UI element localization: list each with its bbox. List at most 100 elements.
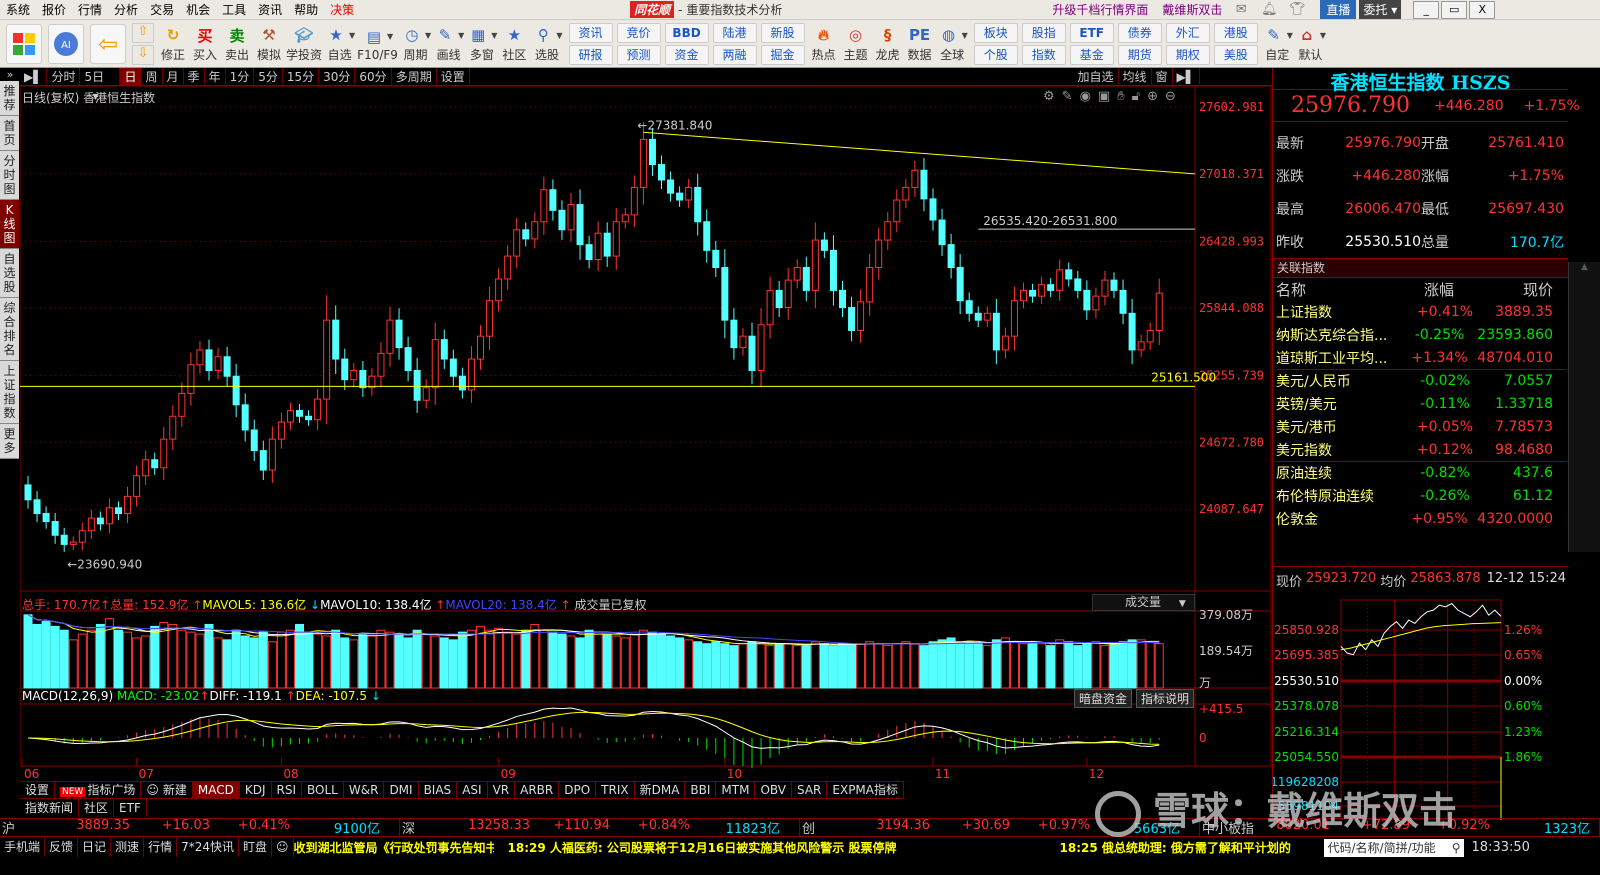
tool-4[interactable]: PE 数据 [905, 21, 935, 67]
tool-5[interactable]: ◍ ▼ 全球 [937, 21, 968, 67]
quick-button[interactable]: 掘金 [760, 44, 805, 65]
indicator-tab[interactable]: KDJ [240, 781, 272, 799]
chevron-down-icon[interactable]: ▼ [962, 31, 968, 40]
related-row[interactable]: 美元指数 +0.12% 98.4680 [1276, 438, 1565, 461]
chevron-down-icon[interactable]: ▼ [1320, 31, 1326, 40]
menu-decision[interactable]: 决策 [324, 1, 360, 18]
news-ticker-3[interactable]: 18:25 俄总统助理: 俄方需了解和平计划的 [1060, 839, 1324, 856]
menu-item[interactable]: 资讯 [252, 1, 288, 18]
indicator-help-button[interactable]: 指标说明 [1136, 689, 1195, 708]
quick-button[interactable]: 板块 [973, 22, 1018, 43]
quick-button[interactable]: BBD [664, 22, 709, 43]
index-item[interactable]: 沪 3889.35 +16.03 +0.41% 9100亿 [0, 818, 400, 837]
related-row[interactable]: 英镑/美元 -0.11% 1.33718 [1276, 392, 1565, 415]
quick-button[interactable]: 资金 [664, 44, 709, 65]
tool-2[interactable]: 买买入 [190, 21, 220, 67]
indicator-tab[interactable]: NEW 指标广场 [55, 781, 142, 799]
sidebar-item[interactable]: 更多 [0, 424, 19, 459]
kline-chart[interactable]: 27602.98127018.37126428.99325844.0882525… [20, 86, 1272, 786]
period-tab[interactable]: 周 [142, 67, 163, 86]
quick-button[interactable]: 指数 [1021, 44, 1066, 65]
quick-button[interactable]: 竞价 [616, 22, 661, 43]
indicator-tab[interactable]: MACD [192, 781, 240, 799]
tool-5[interactable]: 🎓︎ 学投资 [286, 21, 322, 67]
indicator-tab[interactable]: W&R [344, 781, 385, 799]
news-ticker-2[interactable]: 18:29 人福医药: 公司股票将于12月16日被实施其他风险警示 股票停牌 [508, 839, 1048, 856]
quick-button[interactable]: ETF [1069, 22, 1114, 43]
quick-button[interactable]: 港股 [1213, 22, 1258, 43]
index-item[interactable]: 深 13258.33 +110.94 +0.84% 11823亿 [400, 818, 800, 837]
period-right-button[interactable]: 均线 [1119, 67, 1152, 86]
related-row[interactable]: 道琼斯工业平均... +1.34% 48704.010 [1276, 346, 1565, 369]
sidebar-item[interactable]: 自选股 [0, 249, 19, 298]
tool-3[interactable]: 卖卖出 [222, 21, 252, 67]
menu-item[interactable]: 交易 [144, 1, 180, 18]
indicator-tab[interactable]: 新DMA [635, 781, 686, 799]
upgrade-link[interactable]: 升级千档行情界面 [1052, 1, 1148, 18]
tool-1[interactable]: ↻ 修正 [158, 21, 188, 67]
tool-8[interactable]: ◷ ▼ 周期 [400, 21, 432, 67]
quick-button[interactable]: 债券 [1117, 22, 1162, 43]
tool-12[interactable]: ⚲ ▼ 选股 [531, 21, 563, 67]
sub-tab[interactable]: 指数新闻 [20, 799, 80, 817]
collapse-icon[interactable]: ▶▌ [1173, 67, 1200, 86]
tool-9[interactable]: ✎ ▼ 画线 [433, 21, 465, 67]
indicator-tab[interactable]: EXPMA指标 [827, 781, 904, 799]
related-row[interactable]: 上证指数 +0.41% 3889.35 [1276, 300, 1565, 323]
sub-tab[interactable]: ETF [114, 799, 147, 817]
tool-1[interactable]: 🔥︎ 热点 [809, 21, 839, 67]
tool-1[interactable]: ✎ ▼ 自定 [1262, 21, 1293, 67]
sub-tab[interactable]: 社区 [79, 799, 115, 817]
indicator-tab[interactable]: VR [488, 781, 516, 799]
period-tab[interactable]: 年 [205, 67, 226, 86]
period-tab[interactable]: 15分 [283, 67, 320, 86]
tool-6[interactable]: ★ ▼ 自选 [324, 21, 356, 67]
quick-button[interactable]: 期权 [1165, 44, 1210, 65]
scrollbar[interactable]: ▲ [1568, 262, 1600, 552]
related-row[interactable]: 美元/人民币 -0.02% 7.0557 [1276, 369, 1565, 392]
dark-pool-button[interactable]: 暗盘资金 [1074, 689, 1133, 708]
related-row[interactable]: 纳斯达克综合指... -0.25% 23593.860 [1276, 323, 1565, 346]
menu-item[interactable]: 报价 [36, 1, 72, 18]
menu-item[interactable]: 分析 [108, 1, 144, 18]
status-button[interactable]: 反馈 [45, 838, 79, 857]
search-input[interactable]: 代码/名称/简拼/功能 ⚲ [1323, 838, 1464, 857]
user-link[interactable]: 戴维斯双击 [1162, 1, 1222, 18]
status-button[interactable]: 日记 [78, 838, 112, 857]
quick-button[interactable]: 外汇 [1165, 22, 1210, 43]
back-arrow-icon[interactable]: ⇦ [90, 23, 126, 64]
expand-icon[interactable]: » [0, 68, 20, 81]
sidebar-item[interactable]: 上证指数 [0, 361, 19, 424]
up-arrow-icon[interactable]: ⇧ [132, 22, 154, 43]
sidebar-item[interactable]: 分时图 [0, 151, 19, 200]
quick-button[interactable]: 股指 [1021, 22, 1066, 43]
quick-button[interactable]: 预测 [616, 44, 661, 65]
layout-grid-icon[interactable] [6, 23, 42, 64]
indicator-tab[interactable]: 设置 [20, 781, 56, 799]
status-button[interactable]: 盯盘 [239, 838, 272, 857]
close-button[interactable]: X [1469, 0, 1496, 19]
minimize-button[interactable]: _ [1413, 0, 1440, 19]
period-right-button[interactable]: 加自选 [1073, 67, 1119, 86]
bell-icon[interactable]: 🔔︎ [1260, 2, 1278, 17]
period-tab[interactable]: 多周期 [392, 67, 437, 86]
mail-icon[interactable]: ✉ [1232, 2, 1250, 17]
quick-button[interactable]: 研报 [568, 44, 613, 65]
quick-button[interactable]: 资讯 [568, 22, 613, 43]
indicator-tab[interactable]: DMI [384, 781, 419, 799]
menu-item[interactable]: 帮助 [288, 1, 324, 18]
tool-3[interactable]: § 龙虎 [873, 21, 903, 67]
quick-button[interactable]: 两融 [712, 44, 757, 65]
period-tab[interactable]: 60分 [355, 67, 392, 86]
quick-button[interactable]: 新股 [760, 22, 805, 43]
quick-button[interactable]: 个股 [973, 44, 1018, 65]
chevron-down-icon[interactable]: ▼ [1287, 31, 1293, 40]
sidebar-item[interactable]: 推荐 [0, 81, 19, 116]
restore-button[interactable]: ▭ [1441, 0, 1468, 19]
indicator-tab[interactable]: MTM [716, 781, 756, 799]
quick-button[interactable]: 陆港 [712, 22, 757, 43]
sidebar-item[interactable]: 首页 [0, 116, 19, 151]
live-button[interactable]: 直播 [1320, 0, 1357, 19]
period-tab[interactable]: 日 [120, 67, 142, 86]
menu-item[interactable]: 行情 [72, 1, 108, 18]
